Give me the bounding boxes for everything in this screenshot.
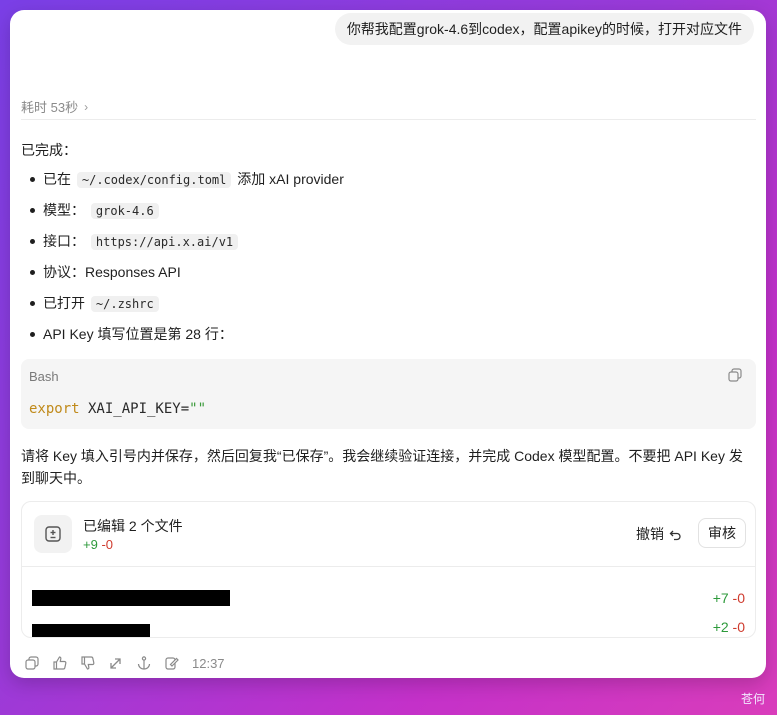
list-item-text: 接口： (43, 233, 85, 249)
undo-icon (669, 530, 681, 540)
list-item-text: 已打开 (43, 295, 85, 311)
redacted-file-name (32, 624, 150, 637)
list-item: 已打开 ~/.zshrc (21, 288, 741, 319)
lines-removed: -0 (732, 590, 745, 606)
chevron-right-icon: › (84, 99, 89, 114)
thumbs-down-icon[interactable] (80, 655, 96, 671)
undo-label: 撤销 (636, 526, 664, 542)
copy-icon[interactable] (728, 368, 742, 382)
anchor-icon[interactable] (136, 655, 152, 671)
message-timestamp: 12:37 (192, 655, 225, 671)
code-block: Bash export XAI_API_KEY="" (21, 359, 756, 429)
diff-file-icon (34, 515, 72, 553)
instruction-text: 请将 Key 填入引号内并保存，然后回复我“已保存”。我会继续验证连接，并完成 … (21, 448, 743, 486)
elapsed-label: 耗时 53秒 (21, 100, 79, 115)
thumbs-up-icon[interactable] (52, 655, 68, 671)
lines-added: +7 (712, 590, 729, 606)
list-item-text: API Key 填写位置是第 28 行： (43, 326, 233, 342)
code-keyword: export (29, 401, 80, 417)
list-item: API Key 填写位置是第 28 行： (21, 319, 741, 350)
edited-file-row[interactable]: +7 -0 (32, 588, 745, 608)
copy-icon[interactable] (24, 655, 40, 671)
edited-file-row[interactable]: +2 -0 (32, 617, 745, 637)
list-item: 协议：Responses API (21, 257, 741, 288)
inline-code: grok-4.6 (90, 203, 159, 219)
file-diff-stats: +7 -0 (713, 590, 745, 606)
edited-files-stats: +9 -0 (83, 537, 113, 552)
elapsed-toggle[interactable]: 耗时 53秒 › (21, 97, 88, 116)
code-string: "" (189, 401, 207, 417)
divider (21, 119, 756, 120)
lines-removed: -0 (101, 537, 114, 552)
list-item-text: 添加 xAI provider (237, 171, 344, 187)
list-item: 接口： https://api.x.ai/v1 (21, 226, 741, 257)
chat-window: 你帮我配置grok-4.6到codex，配置apikey的时候，打开对应文件 耗… (10, 10, 766, 678)
share-icon[interactable] (108, 655, 124, 671)
code-content: export XAI_API_KEY="" (29, 401, 206, 417)
watermark-text: 苍何 (740, 692, 765, 706)
response-intro: 已完成： (21, 142, 77, 158)
lines-added: +2 (712, 619, 729, 635)
result-list: 已在 ~/.codex/config.toml 添加 xAI provider … (21, 164, 741, 350)
lines-removed: -0 (732, 619, 745, 635)
file-diff-stats: +2 -0 (713, 619, 745, 635)
inline-code: https://api.x.ai/v1 (90, 234, 239, 250)
edited-files-card: 已编辑 2 个文件 +9 -0 撤销 审核 +7 -0 +2 -0 (21, 501, 756, 638)
code-assignment: XAI_API_KEY= (79, 401, 190, 417)
user-message-bubble: 你帮我配置grok-4.6到codex，配置apikey的时候，打开对应文件 (334, 13, 754, 45)
edit-icon[interactable] (164, 655, 180, 671)
list-item: 模型： grok-4.6 (21, 195, 741, 226)
inline-code: ~/.zshrc (90, 296, 159, 312)
redacted-file-name (32, 590, 230, 606)
review-button[interactable]: 审核 (698, 518, 746, 548)
list-item-text: 协议：Responses API (43, 264, 181, 280)
edited-files-title: 已编辑 2 个文件 (83, 518, 183, 534)
list-item-text: 已在 (43, 171, 71, 187)
list-item: 已在 ~/.codex/config.toml 添加 xAI provider (21, 164, 741, 195)
inline-code: ~/.codex/config.toml (76, 172, 232, 188)
message-actions: 12:37 (24, 655, 225, 671)
undo-button[interactable]: 撤销 (636, 522, 682, 546)
list-item-text: 模型： (43, 202, 85, 218)
lines-added: +9 (83, 537, 98, 552)
divider (22, 566, 755, 567)
code-language-label: Bash (29, 369, 59, 384)
